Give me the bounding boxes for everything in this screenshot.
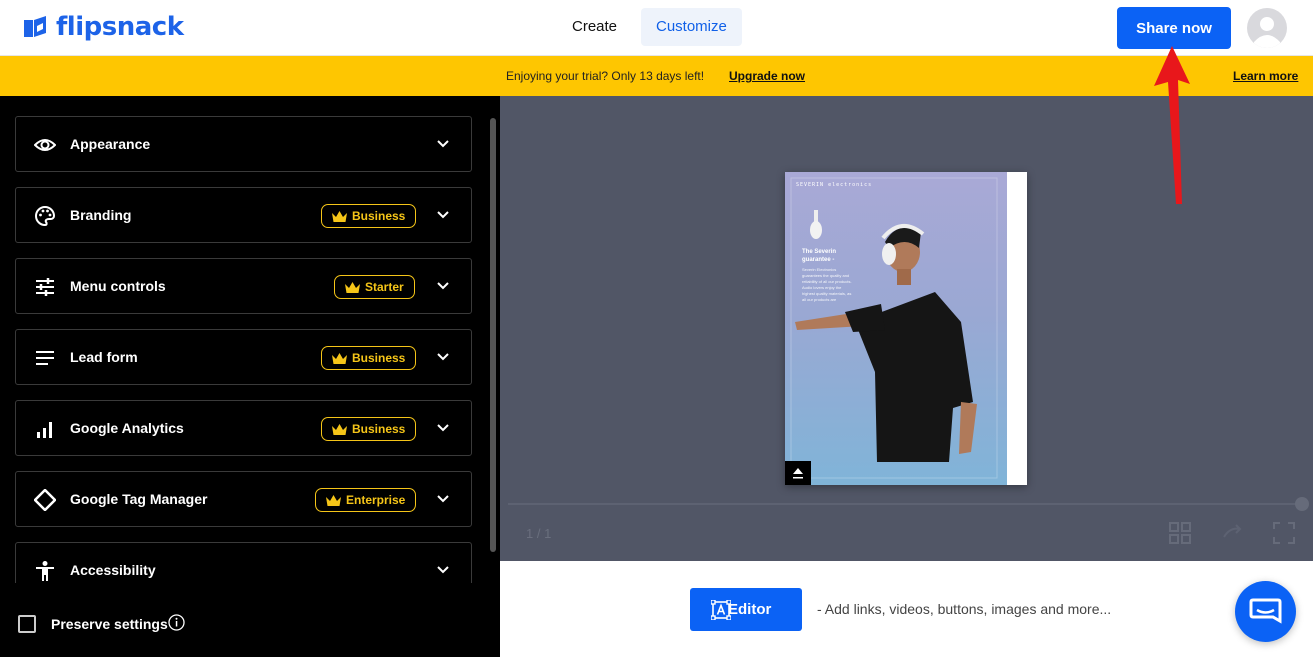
page-paragraph: Severin Electronics guarantees the quali… — [802, 267, 852, 302]
mountain-logo-icon — [793, 468, 803, 479]
panel-label: Lead form — [70, 349, 138, 365]
upgrade-now-link[interactable]: Upgrade now — [729, 69, 805, 83]
panel-lead-form[interactable]: Lead form Business — [15, 329, 472, 385]
plan-badge-business: Business — [321, 204, 417, 228]
chevron-down-icon[interactable] — [436, 563, 450, 577]
chevron-down-icon[interactable] — [436, 208, 450, 222]
plan-badge-starter: Starter — [334, 275, 415, 299]
preserve-settings-label: Preserve settings — [51, 616, 168, 632]
chevron-down-icon[interactable] — [436, 279, 450, 293]
person-icon — [36, 561, 54, 581]
sidebar-scrollbar[interactable] — [490, 118, 496, 552]
chat-bubble-icon — [1249, 598, 1282, 624]
panel-branding[interactable]: Branding Business — [15, 187, 472, 243]
panel-label: Appearance — [70, 136, 151, 152]
badge-label: Starter — [365, 280, 404, 294]
editor-icon — [711, 600, 731, 620]
tab-create[interactable]: Create — [557, 8, 632, 46]
page-progress-handle[interactable] — [1295, 497, 1309, 511]
lines-icon — [36, 351, 54, 365]
learn-more-link[interactable]: Learn more — [1233, 69, 1298, 83]
user-avatar[interactable] — [1247, 8, 1287, 48]
share-now-button[interactable]: Share now — [1117, 7, 1231, 49]
diamond-icon — [34, 489, 56, 511]
panel-google-tag-manager[interactable]: Google Tag Manager Enterprise — [15, 471, 472, 527]
fullscreen-icon[interactable] — [1272, 521, 1296, 545]
badge-label: Business — [352, 209, 406, 223]
tab-customize[interactable]: Customize — [641, 8, 742, 46]
trial-message: Enjoying your trial? Only 13 days left! — [506, 69, 705, 83]
crown-icon — [345, 282, 360, 293]
page-counter: 1 / 1 — [526, 526, 552, 541]
page-corner-logo — [785, 461, 811, 485]
editor-button-label: Editor — [728, 601, 772, 618]
panel-label: Google Analytics — [70, 420, 184, 436]
plan-badge-business: Business — [321, 346, 417, 370]
chat-support-button[interactable] — [1235, 581, 1296, 642]
grid-view-icon[interactable] — [1168, 521, 1192, 545]
plan-badge-business: Business — [321, 417, 417, 441]
info-icon[interactable] — [168, 614, 185, 631]
eye-icon — [34, 139, 56, 151]
crown-icon — [332, 424, 347, 435]
editor-bar: Editor - Add links, videos, buttons, ima… — [500, 561, 1313, 657]
panel-google-analytics[interactable]: Google Analytics Business — [15, 400, 472, 456]
crown-icon — [332, 353, 347, 364]
preserve-settings-checkbox[interactable] — [18, 615, 36, 633]
editor-button[interactable]: Editor — [690, 588, 802, 631]
logo-text: flipsnack — [56, 12, 184, 42]
editor-hint-text: - Add links, videos, buttons, images and… — [817, 601, 1112, 617]
customize-sidebar: Appearance Branding Business Menu contro… — [0, 96, 500, 657]
top-header: flipsnack Create Customize Share now — [0, 0, 1313, 56]
bar-chart-icon — [37, 422, 52, 438]
logo-mark-icon — [24, 16, 46, 37]
panel-appearance[interactable]: Appearance — [15, 116, 472, 172]
page-brand-text: SEVERIN electronics — [796, 182, 873, 188]
panel-label: Accessibility — [70, 562, 156, 578]
flipbook-page[interactable]: SEVERIN electronics The Severin guarante… — [785, 172, 1027, 485]
user-silhouette-icon — [1254, 17, 1280, 48]
palette-icon — [35, 205, 56, 227]
share-icon[interactable] — [1220, 521, 1244, 545]
trial-banner: Enjoying your trial? Only 13 days left! … — [0, 56, 1313, 96]
panel-menu-controls[interactable]: Menu controls Starter — [15, 258, 472, 314]
sliders-icon — [36, 278, 54, 296]
page-progress-track[interactable] — [508, 503, 1303, 505]
panel-label: Branding — [70, 207, 132, 223]
chevron-down-icon[interactable] — [436, 421, 450, 435]
panel-label: Menu controls — [70, 278, 166, 294]
badge-label: Business — [352, 351, 406, 365]
page-heading: The Severin guarantee - — [802, 249, 837, 263]
chevron-down-icon[interactable] — [436, 350, 450, 364]
red-arrow-annotation — [1154, 46, 1190, 204]
person-with-headphones-illustration — [790, 177, 998, 479]
page-photo: SEVERIN electronics The Severin guarante… — [785, 172, 1007, 485]
chevron-down-icon[interactable] — [436, 492, 450, 506]
crown-icon — [326, 495, 341, 506]
badge-label: Enterprise — [346, 493, 406, 507]
badge-label: Business — [352, 422, 406, 436]
chevron-down-icon[interactable] — [436, 137, 450, 151]
crown-icon — [332, 211, 347, 222]
panel-label: Google Tag Manager — [70, 491, 208, 507]
flipsnack-logo[interactable]: flipsnack — [24, 12, 184, 42]
plan-badge-enterprise: Enterprise — [315, 488, 417, 512]
